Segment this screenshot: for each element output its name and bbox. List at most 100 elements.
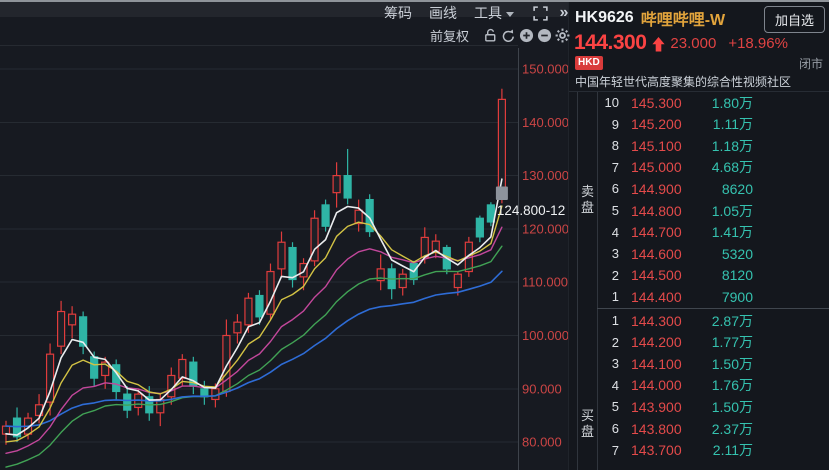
orderbook-row-sell-7[interactable]: 7 145.000 4.68万 [597, 157, 829, 179]
price-change: 23.000 [670, 34, 717, 52]
orderbook-volume: 1.18万 [711, 137, 753, 154]
orderbook-volume: 1.41万 [711, 224, 753, 241]
orderbook-row-sell-9[interactable]: 9 145.200 1.11万 [597, 114, 829, 136]
orderbook-price: 145.200 [631, 116, 682, 133]
orderbook-price: 145.100 [631, 137, 682, 154]
market-info-row: HKD 闭市 [575, 55, 823, 71]
orderbook-level: 8 [611, 138, 619, 154]
orderbook-level: 1 [611, 289, 619, 305]
orderbook-level: 1 [611, 313, 619, 329]
orderbook-price: 144.800 [631, 202, 682, 219]
y-axis-tick-label: 110.000 [522, 275, 568, 290]
undo-icon[interactable] [499, 27, 517, 45]
orderbook-price: 144.300 [631, 312, 682, 329]
orderbook-level: 3 [611, 356, 619, 372]
orderbook-row-sell-2[interactable]: 2 144.500 8120 [597, 264, 829, 286]
adjust-mode-button[interactable]: 前复权 [430, 26, 469, 45]
orderbook-price: 143.700 [631, 442, 682, 459]
tools-menu-button[interactable]: 工具 [474, 3, 514, 23]
orderbook-row-buy-1[interactable]: 1 144.300 2.87万 [597, 310, 829, 332]
orderbook-volume: 8120 [721, 267, 753, 284]
y-axis-tick-label: 90.000 [522, 381, 562, 396]
orderbook-volume: 2.37万 [711, 420, 753, 437]
trading-app-window: 150.000 140.000 130.000 120.000 110.000 100.0… [0, 0, 829, 470]
chevron-down-icon [506, 11, 514, 17]
y-axis-tick-label: 130.000 [522, 168, 568, 183]
orderbook-volume: 5320 [721, 245, 753, 262]
orderbook-volume: 1.77万 [711, 334, 753, 351]
ma-blue-line [5, 270, 503, 428]
add-watchlist-button[interactable]: 加自选 [763, 6, 825, 33]
y-axis-tick-label: 140.000 [522, 115, 568, 130]
draw-line-label: 画线 [429, 5, 457, 21]
window-top-border [0, 0, 829, 2]
orderbook-level: 7 [611, 159, 619, 175]
market-status: 闭市 [798, 56, 823, 71]
orderbook-row-buy-4[interactable]: 4 144.000 1.76万 [597, 375, 829, 397]
orderbook-price: 144.200 [631, 334, 682, 351]
orderbook-row-buy-5[interactable]: 5 143.900 1.50万 [597, 396, 829, 418]
orderbook-level: 10 [604, 95, 619, 111]
chips-tool-label: 筹码 [384, 5, 412, 21]
orderbook-buy-rows: 1 144.300 2.87万 2 144.200 1.77万 3 144.100 1.50万 4… [597, 310, 829, 461]
orderbook-level: 2 [611, 334, 619, 350]
orderbook-row-sell-3[interactable]: 3 144.600 5320 [597, 243, 829, 265]
ma-white-line [5, 178, 503, 436]
chart-toolbar-primary: 筹码 画线 工具 » [384, 3, 573, 23]
orderbook-row-buy-2[interactable]: 2 144.200 1.77万 [597, 332, 829, 354]
orderbook-level: 6 [611, 421, 619, 436]
orderbook-row-buy-7[interactable]: 7 143.700 2.11万 [597, 439, 829, 461]
fullscreen-icon[interactable] [531, 4, 549, 22]
orderbook-price: 145.000 [631, 159, 682, 176]
orderbook-level: 3 [611, 246, 619, 262]
orderbook-price: 145.300 [631, 94, 682, 111]
tools-menu-label: 工具 [474, 5, 502, 21]
price-change-pct: +18.96% [728, 34, 788, 52]
orderbook-level: 4 [611, 377, 619, 393]
orderbook-volume: 1.50万 [711, 398, 753, 415]
orderbook-sell-rows: 10 145.300 1.80万 9 145.200 1.11万 8 145.100 1.18万… [597, 92, 829, 307]
expand-panel-icon[interactable]: » [555, 4, 573, 22]
y-axis-tick-label: 100.000 [522, 328, 568, 343]
orderbook-level: 4 [611, 224, 619, 240]
orderbook-volume: 1.11万 [712, 116, 753, 133]
orderbook-price: 144.600 [631, 245, 682, 262]
up-arrow-icon [652, 36, 666, 52]
orderbook-price: 144.400 [631, 288, 682, 305]
sell-side-label: 卖盘 [580, 184, 594, 215]
y-axis-tick-label: 120.000 [522, 221, 568, 236]
unlock-icon[interactable] [481, 27, 499, 45]
chips-tool-button[interactable]: 筹码 [384, 3, 412, 23]
orderbook-row-sell-4[interactable]: 4 144.700 1.41万 [597, 221, 829, 243]
orderbook-row-sell-10[interactable]: 10 145.300 1.80万 [597, 92, 829, 114]
orderbook-price: 144.000 [631, 377, 682, 394]
orderbook-row-sell-6[interactable]: 6 144.900 8620 [597, 178, 829, 200]
chart-toolbar-secondary: 前复权 [430, 26, 571, 45]
symbol-header: HK9626 哔哩哔哩-W [575, 6, 725, 30]
orderbook-price: 144.900 [631, 180, 682, 197]
zoom-out-icon[interactable] [535, 27, 553, 45]
orderbook-level: 9 [611, 116, 619, 132]
orderbook-volume: 1.80万 [711, 94, 753, 111]
orderbook-price: 143.800 [631, 420, 682, 437]
y-axis-tick-label: 150.000 [522, 62, 568, 77]
candlestick-chart[interactable]: 150.000 140.000 130.000 120.000 110.000 100.0… [0, 0, 568, 470]
draw-line-tool-button[interactable]: 画线 [429, 3, 457, 23]
orderbook-row-buy-6[interactable]: 6 143.800 2.37万 [597, 418, 829, 440]
stock-description: 中国年轻世代高度聚集的综合性视频社区 [575, 75, 792, 89]
zoom-in-icon[interactable] [517, 27, 535, 45]
currency-badge: HKD [575, 56, 603, 70]
settings-gear-icon[interactable] [553, 27, 571, 45]
orderbook-level: 5 [611, 399, 619, 415]
orderbook-row-sell-1[interactable]: 1 144.400 7900 [597, 286, 829, 308]
stock-code: HK9626 [575, 9, 634, 26]
orderbook-price: 144.100 [631, 355, 682, 372]
last-price: 144.300 [574, 31, 647, 54]
orderbook-row-sell-8[interactable]: 8 145.100 1.18万 [597, 135, 829, 157]
orderbook-volume: 1.50万 [711, 355, 753, 372]
orderbook-volume: 2.87万 [711, 312, 753, 329]
buy-side-label: 买盘 [580, 408, 594, 439]
price-row: 144.300 23.000 +18.96% [574, 31, 788, 55]
orderbook-row-buy-3[interactable]: 3 144.100 1.50万 [597, 353, 829, 375]
orderbook-row-sell-5[interactable]: 5 144.800 1.05万 [597, 200, 829, 222]
